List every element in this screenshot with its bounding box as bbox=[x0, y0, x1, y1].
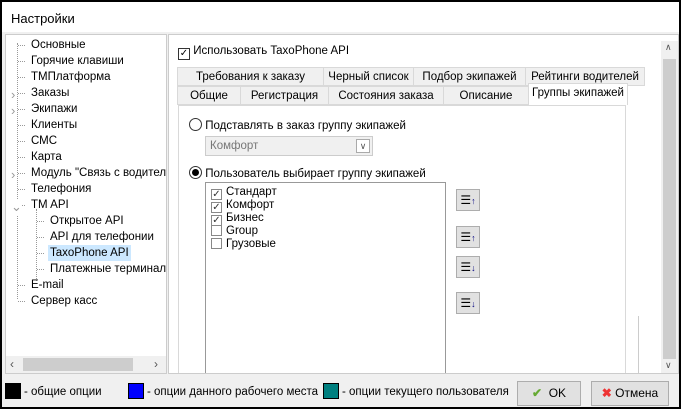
move-top-icon: ☰↑ bbox=[460, 193, 476, 207]
combo-value: Комфорт bbox=[210, 140, 259, 152]
scroll-right-icon[interactable]: › bbox=[154, 357, 158, 371]
legend-label: - опции данного рабочего места bbox=[147, 386, 319, 398]
radio-user-selects[interactable]: Пользователь выбирает группу экипажей bbox=[189, 166, 426, 180]
tree-item[interactable]: Сервер касс bbox=[29, 293, 99, 309]
settings-tree[interactable]: ‹ › Основные Горячие клавиши ТМПлатформа › З… bbox=[5, 34, 167, 374]
swatch-black bbox=[5, 383, 21, 399]
window-title: Настройки bbox=[2, 2, 679, 32]
panel-vertical-scrollbar[interactable]: ∧ ∨ bbox=[661, 41, 678, 373]
tree-horizontal-scrollbar[interactable]: ‹ › bbox=[6, 356, 166, 373]
checkmark-icon: ✔ bbox=[531, 386, 543, 400]
ok-label: OK bbox=[548, 386, 567, 400]
group-list-item[interactable]: Group bbox=[211, 225, 258, 238]
tab[interactable]: Подбор экипажей bbox=[413, 67, 526, 86]
move-down-icon: ☰↓ bbox=[460, 260, 476, 274]
tab-active[interactable]: Группы экипажей bbox=[528, 83, 628, 105]
tree-item[interactable]: API для телефонии bbox=[48, 229, 156, 245]
group-label: Грузовые bbox=[226, 238, 276, 250]
chevron-down-icon[interactable]: ∨ bbox=[356, 139, 370, 153]
tree-item[interactable]: TaxoPhone API bbox=[48, 245, 131, 261]
group-combo[interactable]: Комфорт ∨ bbox=[205, 136, 373, 156]
tab-page-groups: Подставлять в заказ группу экипажей Комф… bbox=[178, 105, 639, 373]
swatch-teal bbox=[323, 383, 339, 399]
group-label: Стандарт bbox=[226, 186, 277, 198]
radio-unselected-icon bbox=[189, 118, 202, 131]
scroll-left-icon[interactable]: ‹ bbox=[10, 357, 14, 371]
chevron-right-icon[interactable]: › bbox=[11, 103, 16, 118]
tree-item[interactable]: Карта bbox=[29, 149, 64, 165]
group-list-item[interactable]: ✓ Комфорт bbox=[211, 199, 275, 213]
checkbox-unchecked-icon[interactable] bbox=[211, 238, 222, 249]
tree-item[interactable]: TM API bbox=[29, 197, 71, 213]
radio-substitute-group[interactable]: Подставлять в заказ группу экипажей bbox=[189, 118, 406, 132]
chevron-right-icon[interactable]: › bbox=[11, 167, 16, 182]
tree-item[interactable]: Открытое API bbox=[48, 213, 126, 229]
groups-list[interactable]: ✓ Стандарт ✓ Комфорт ✓ Бизнес Group Грузовые bbox=[205, 182, 446, 373]
group-label: Бизнес bbox=[226, 212, 264, 224]
radio-selected-icon bbox=[189, 166, 202, 179]
settings-window: Настройки ‹ › Основные Горячие клавиши ТМП… bbox=[0, 0, 681, 409]
tree-item[interactable]: Заказы bbox=[29, 85, 71, 101]
swatch-blue bbox=[128, 383, 144, 399]
legend-label: - общие опции bbox=[24, 386, 102, 398]
tab[interactable]: Описание bbox=[443, 86, 529, 105]
scroll-up-icon[interactable]: ∧ bbox=[665, 42, 672, 53]
tree-item[interactable]: Модуль "Связь с водителя bbox=[29, 165, 166, 181]
tree-item[interactable]: E-mail bbox=[29, 277, 66, 293]
use-api-checkbox[interactable]: ✓ Использовать TaxoPhone API bbox=[178, 45, 349, 60]
chevron-right-icon[interactable]: › bbox=[11, 87, 16, 102]
tab[interactable]: Состояния заказа bbox=[328, 86, 444, 105]
move-top-button[interactable]: ☰↑ bbox=[456, 189, 480, 211]
settings-panel: ✓ Использовать TaxoPhone API Требования … bbox=[168, 34, 679, 374]
checkbox-checked-icon: ✓ bbox=[178, 48, 190, 60]
scroll-down-icon[interactable]: ∨ bbox=[665, 360, 672, 371]
group-list-item[interactable]: ✓ Стандарт bbox=[211, 186, 277, 200]
tree-item[interactable]: Телефония bbox=[29, 181, 93, 197]
move-bottom-icon: ☰↓ bbox=[460, 296, 476, 310]
tab[interactable]: Общие bbox=[177, 86, 241, 105]
use-api-label: Использовать TaxoPhone API bbox=[193, 45, 350, 57]
move-bottom-button[interactable]: ☰↓ bbox=[456, 292, 480, 314]
tree-item[interactable]: ТМПлатформа bbox=[29, 69, 113, 85]
tree-item[interactable]: Горячие клавиши bbox=[29, 53, 126, 69]
group-label: Комфорт bbox=[226, 199, 275, 211]
checkbox-unchecked-icon[interactable] bbox=[211, 225, 222, 236]
move-up-icon: ☰↑ bbox=[460, 230, 476, 244]
tree-item[interactable]: СМС bbox=[29, 133, 59, 149]
radio-substitute-label: Подставлять в заказ группу экипажей bbox=[205, 120, 406, 132]
ok-button[interactable]: ✔ OK bbox=[517, 381, 581, 406]
scroll-thumb[interactable] bbox=[23, 358, 133, 371]
legend-user: - опции текущего пользователя bbox=[323, 383, 509, 399]
legend-common: - общие опции bbox=[5, 383, 102, 399]
move-down-button[interactable]: ☰↓ bbox=[456, 256, 480, 278]
legend-label: - опции текущего пользователя bbox=[342, 386, 509, 398]
radio-user-label: Пользователь выбирает группу экипажей bbox=[205, 168, 426, 180]
tab[interactable]: Регистрация bbox=[240, 86, 329, 105]
legend-workplace: - опции данного рабочего места bbox=[128, 383, 318, 399]
tree-item[interactable]: Экипажи bbox=[29, 101, 79, 117]
group-label: Group bbox=[226, 225, 258, 237]
move-up-button[interactable]: ☰↑ bbox=[456, 226, 480, 248]
cross-icon: ✖ bbox=[601, 386, 612, 400]
chevron-down-icon[interactable]: ⌄ bbox=[11, 199, 22, 215]
group-list-item[interactable]: ✓ Бизнес bbox=[211, 212, 264, 226]
tab[interactable]: Черный список bbox=[323, 67, 414, 86]
tab[interactable]: Требования к заказу bbox=[177, 67, 324, 86]
scroll-thumb[interactable] bbox=[663, 59, 676, 359]
tree-item[interactable]: Основные bbox=[29, 37, 88, 53]
tree-item[interactable]: Клиенты bbox=[29, 117, 79, 133]
cancel-label: Отмена bbox=[615, 386, 659, 400]
group-list-item[interactable]: Грузовые bbox=[211, 238, 276, 251]
cancel-button[interactable]: ✖ Отмена bbox=[591, 381, 669, 406]
tree-item[interactable]: Платежные терминаль bbox=[48, 261, 166, 277]
